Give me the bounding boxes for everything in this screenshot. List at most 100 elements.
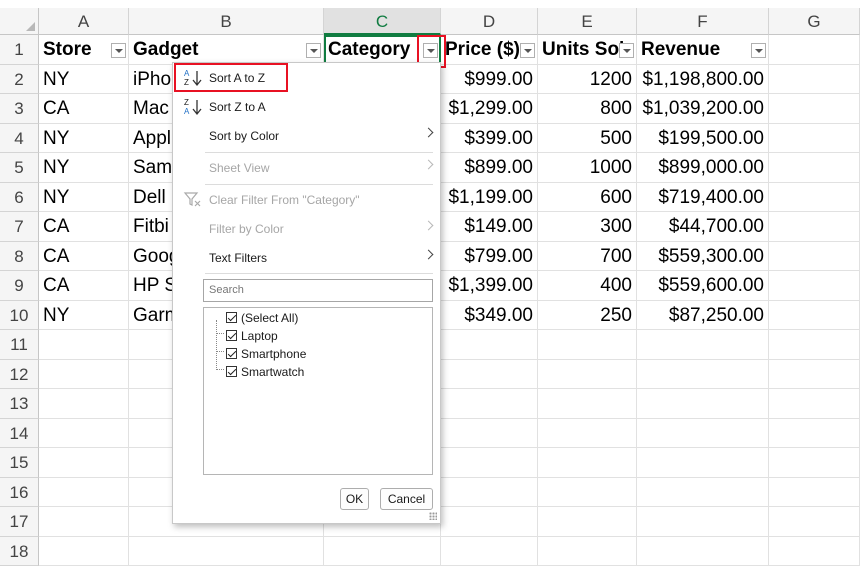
empty-cell[interactable] [538,537,637,566]
empty-cell[interactable] [769,389,860,419]
filter-dropdown-button[interactable] [306,43,321,58]
row-header[interactable]: 6 [0,183,39,213]
empty-cell[interactable] [769,330,860,360]
empty-cell[interactable] [39,419,129,449]
header-cell[interactable]: Gadget [129,35,324,65]
empty-cell[interactable] [39,507,129,537]
empty-cell[interactable] [769,65,860,95]
filter-dropdown-button[interactable] [111,43,126,58]
empty-cell[interactable] [637,389,769,419]
empty-cell[interactable] [769,448,860,478]
text-filters-item[interactable]: Text Filters [173,245,440,271]
units-cell[interactable]: 1000 [538,153,637,183]
column-header-b[interactable]: B [129,8,324,35]
empty-cell[interactable] [769,153,860,183]
row-header[interactable]: 9 [0,271,39,301]
empty-cell[interactable] [538,360,637,390]
cancel-button[interactable]: Cancel [380,488,433,510]
revenue-cell[interactable]: $559,300.00 [637,242,769,272]
empty-cell[interactable] [441,448,538,478]
empty-cell[interactable] [769,360,860,390]
empty-cell[interactable] [324,537,441,566]
column-header-c[interactable]: C [324,8,441,35]
revenue-cell[interactable]: $559,600.00 [637,271,769,301]
revenue-cell[interactable]: $719,400.00 [637,183,769,213]
row-header[interactable]: 1 [0,35,39,65]
empty-cell[interactable] [441,389,538,419]
price-cell[interactable]: $349.00 [441,301,538,331]
row-header[interactable]: 11 [0,330,39,360]
empty-cell[interactable] [538,448,637,478]
empty-cell[interactable] [769,183,860,213]
empty-cell[interactable] [637,360,769,390]
price-cell[interactable]: $1,399.00 [441,271,538,301]
filter-search-input[interactable]: Search [203,279,433,302]
empty-cell[interactable] [769,212,860,242]
row-header[interactable]: 13 [0,389,39,419]
sort-by-color-item[interactable]: Sort by Color [173,123,440,149]
units-cell[interactable]: 250 [538,301,637,331]
row-header[interactable]: 3 [0,94,39,124]
filter-dropdown-button[interactable] [619,43,634,58]
row-header[interactable]: 8 [0,242,39,272]
empty-cell[interactable] [39,478,129,508]
row-header[interactable]: 18 [0,537,39,566]
units-cell[interactable]: 600 [538,183,637,213]
units-cell[interactable]: 300 [538,212,637,242]
header-cell[interactable]: Revenue [637,35,769,65]
empty-cell[interactable] [441,419,538,449]
empty-cell[interactable] [769,124,860,154]
filter-dropdown-button[interactable] [751,43,766,58]
filter-dropdown-button[interactable] [520,43,535,58]
empty-cell[interactable] [769,478,860,508]
price-cell[interactable]: $1,299.00 [441,94,538,124]
store-cell[interactable]: NY [39,153,129,183]
units-cell[interactable]: 400 [538,271,637,301]
column-header-g[interactable]: G [769,8,860,35]
empty-cell[interactable] [637,507,769,537]
row-header[interactable]: 14 [0,419,39,449]
price-cell[interactable]: $799.00 [441,242,538,272]
empty-cell[interactable] [538,478,637,508]
empty-cell[interactable] [39,448,129,478]
empty-cell[interactable] [637,478,769,508]
row-header[interactable]: 4 [0,124,39,154]
row-header[interactable]: 2 [0,65,39,95]
empty-cell[interactable] [538,419,637,449]
price-cell[interactable]: $1,199.00 [441,183,538,213]
units-cell[interactable]: 500 [538,124,637,154]
empty-cell[interactable] [637,448,769,478]
empty-cell[interactable] [441,507,538,537]
empty-cell[interactable] [538,507,637,537]
store-cell[interactable]: CA [39,94,129,124]
store-cell[interactable]: NY [39,301,129,331]
empty-cell[interactable] [441,360,538,390]
row-header[interactable]: 10 [0,301,39,331]
price-cell[interactable]: $149.00 [441,212,538,242]
store-cell[interactable]: NY [39,124,129,154]
store-cell[interactable]: NY [39,65,129,95]
select-all-corner[interactable] [0,8,39,35]
units-cell[interactable]: 800 [538,94,637,124]
column-header-e[interactable]: E [538,8,637,35]
row-header[interactable]: 15 [0,448,39,478]
price-cell[interactable]: $899.00 [441,153,538,183]
row-header[interactable]: 16 [0,478,39,508]
units-cell[interactable]: 700 [538,242,637,272]
filter-values-list[interactable]: (Select All)LaptopSmartphoneSmartwatch [203,307,433,475]
empty-cell[interactable] [769,537,860,566]
empty-cell[interactable] [769,35,860,65]
empty-cell[interactable] [39,330,129,360]
column-header-a[interactable]: A [39,8,129,35]
revenue-cell[interactable]: $1,039,200.00 [637,94,769,124]
row-header[interactable]: 5 [0,153,39,183]
store-cell[interactable]: CA [39,242,129,272]
empty-cell[interactable] [538,389,637,419]
empty-cell[interactable] [637,537,769,566]
empty-cell[interactable] [129,537,324,566]
empty-cell[interactable] [769,242,860,272]
revenue-cell[interactable]: $1,198,800.00 [637,65,769,95]
row-header[interactable]: 17 [0,507,39,537]
store-cell[interactable]: CA [39,271,129,301]
empty-cell[interactable] [769,94,860,124]
